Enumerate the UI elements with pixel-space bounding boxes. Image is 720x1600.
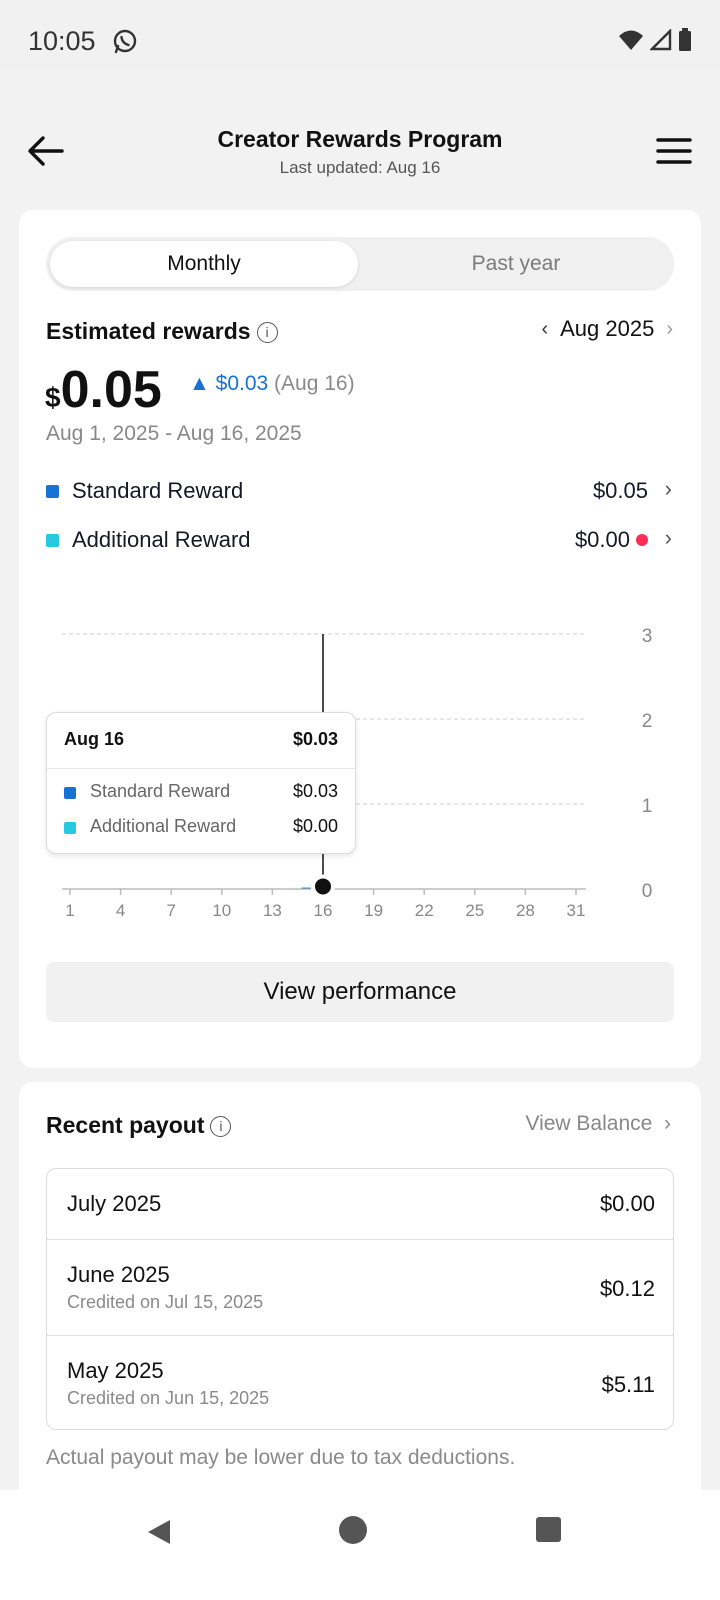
month-selector: ‹ Aug 2025 ›	[541, 316, 673, 342]
last-updated: Last updated: Aug 16	[279, 158, 441, 177]
tooltip-row-label: Standard Reward	[90, 781, 231, 801]
estimated-rewards-card: Monthly Past year Estimated rewards i ‹ A…	[19, 210, 701, 1068]
chart-tooltip: Aug 16 $0.03 Standard Reward $0.03 Addit…	[46, 712, 356, 854]
view-balance-link[interactable]: View Balance ›	[525, 1112, 671, 1136]
period-toggle: Monthly Past year	[46, 237, 674, 291]
payout-list: July 2025 $0.00 June 2025 Credited on Ju…	[46, 1168, 674, 1430]
payout-row[interactable]: May 2025 Credited on Jun 15, 2025 $5.11	[47, 1335, 673, 1429]
payout-credited-date: Credited on Jul 15, 2025	[67, 1292, 264, 1312]
chevron-right-icon: ›	[664, 476, 672, 501]
payout-row[interactable]: June 2025 Credited on Jul 15, 2025 $0.12	[47, 1239, 673, 1335]
additional-reward-swatch	[64, 822, 76, 834]
tooltip-row-additional: Additional Reward $0.00	[64, 816, 338, 840]
delta-date: (Aug 16)	[274, 372, 355, 395]
payout-amount: $0.12	[599, 1276, 655, 1301]
x-tick-label: 16	[314, 901, 333, 920]
recent-payout-card: Recent payout i View Balance › July 2025 …	[19, 1082, 701, 1510]
tooltip-row-value: $0.03	[292, 781, 338, 801]
nav-home-icon[interactable]	[339, 1516, 367, 1544]
selected-month: Aug 2025	[560, 316, 655, 341]
divider	[47, 768, 355, 769]
x-tick-label: 25	[465, 901, 484, 920]
nav-back-icon[interactable]	[146, 1518, 172, 1546]
additional-reward-swatch	[46, 534, 59, 547]
info-icon[interactable]: i	[256, 322, 278, 343]
tooltip-total: $0.03	[292, 729, 338, 749]
x-tick-label: 19	[364, 901, 383, 920]
bar	[301, 887, 311, 889]
tab-past-year[interactable]: Past year	[362, 241, 670, 287]
amount-value: 0.05	[60, 361, 162, 419]
selected-point	[315, 878, 331, 895]
estimated-rewards-heading: Estimated rewards i	[46, 318, 278, 345]
estimated-rewards-label: Estimated rewards	[46, 318, 251, 344]
estimated-amount: $0.05	[45, 360, 162, 420]
legend-additional-reward[interactable]: Additional Reward $0.00 ›	[46, 525, 674, 555]
chevron-right-icon: ›	[664, 525, 672, 550]
date-range: Aug 1, 2025 - Aug 16, 2025	[46, 422, 302, 445]
recent-payout-heading: Recent payout i	[46, 1112, 232, 1139]
y-tick-label: 3	[642, 626, 653, 647]
nav-recents-icon[interactable]	[536, 1517, 561, 1542]
x-tick-label: 13	[263, 901, 282, 920]
legend-standard-reward[interactable]: Standard Reward $0.05 ›	[46, 476, 674, 506]
payout-credited-date: Credited on Jun 15, 2025	[67, 1388, 270, 1408]
tax-disclaimer: Actual payout may be lower due to tax de…	[46, 1446, 516, 1469]
status-icons	[618, 28, 692, 52]
x-tick-label: 1	[65, 901, 74, 920]
chevron-left-icon[interactable]: ‹	[541, 318, 548, 341]
legend-label: Standard Reward	[72, 478, 244, 503]
legend-label: Additional Reward	[72, 527, 251, 552]
status-bar: 10:05	[0, 0, 720, 70]
x-tick-label: 10	[212, 901, 231, 920]
tooltip-row-label: Additional Reward	[90, 816, 237, 836]
signal-icon	[650, 29, 672, 51]
legend-value: $0.05	[592, 478, 648, 503]
payout-month: June 2025	[67, 1262, 170, 1287]
legend-value: $0.00	[574, 527, 630, 552]
recent-payout-label: Recent payout	[46, 1112, 205, 1138]
currency-symbol: $	[45, 382, 61, 413]
chevron-right-icon[interactable]: ›	[666, 318, 673, 341]
x-tick-label: 7	[166, 901, 175, 920]
x-tick-label: 22	[415, 901, 434, 920]
whatsapp-icon	[113, 29, 137, 54]
status-time: 10:05	[28, 26, 96, 56]
page-title: Creator Rewards Program	[217, 126, 503, 152]
tab-monthly[interactable]: Monthly	[50, 241, 358, 287]
payout-row[interactable]: July 2025 $0.00	[47, 1169, 673, 1239]
delta-value: $0.03	[215, 372, 269, 395]
tooltip-row-value: $0.00	[292, 816, 338, 836]
legend-value-with-dot: $0.00	[575, 527, 648, 553]
notification-dot-icon	[636, 534, 648, 546]
standard-reward-swatch	[46, 485, 59, 498]
x-tick-label: 28	[516, 901, 535, 920]
up-triangle-icon: ▲	[189, 372, 210, 395]
info-icon[interactable]: i	[210, 1116, 232, 1137]
daily-change: ▲ $0.03 (Aug 16)	[189, 372, 355, 396]
battery-icon	[679, 28, 691, 51]
tooltip-row-standard: Standard Reward $0.03	[64, 781, 338, 805]
system-nav-bar	[0, 1490, 720, 1600]
chevron-right-icon: ›	[658, 1112, 671, 1135]
hamburger-menu-icon[interactable]	[656, 136, 692, 166]
payout-amount: $0.00	[599, 1191, 655, 1216]
view-performance-button[interactable]: View performance	[46, 962, 674, 1022]
tooltip-date: Aug 16	[64, 729, 125, 749]
standard-reward-swatch	[64, 787, 76, 799]
y-tick-label: 1	[642, 796, 653, 817]
y-tick-label: 0	[642, 881, 653, 902]
payout-amount: $5.11	[601, 1372, 655, 1397]
payout-month: July 2025	[67, 1191, 162, 1216]
wifi-icon	[619, 30, 643, 50]
x-tick-label: 4	[116, 901, 125, 920]
x-tick-label: 31	[567, 901, 586, 920]
view-balance-label: View Balance	[525, 1112, 653, 1135]
y-tick-label: 2	[642, 711, 653, 732]
page-header: Creator Rewards Program Last updated: Au…	[0, 70, 720, 210]
payout-month: May 2025	[67, 1358, 164, 1383]
